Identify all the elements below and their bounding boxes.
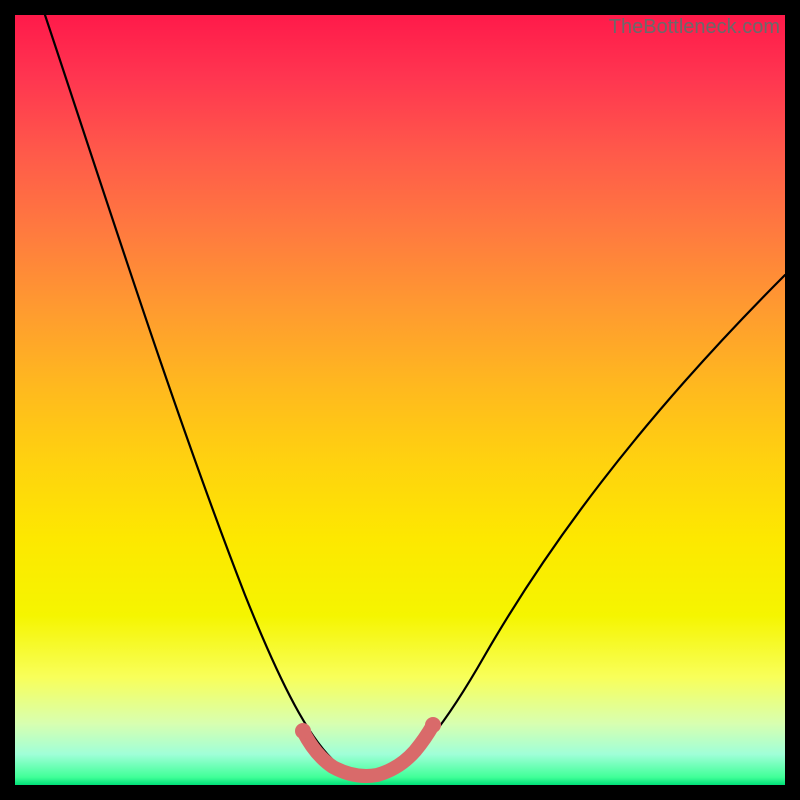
- optimal-range-start-dot: [295, 723, 311, 739]
- chart-container: TheBottleneck.com: [0, 0, 800, 800]
- plot-area: [15, 15, 785, 785]
- optimal-range-end-dot: [425, 717, 441, 733]
- bottleneck-curve: [45, 15, 785, 778]
- chart-svg: [15, 15, 785, 785]
- watermark-text: TheBottleneck.com: [609, 16, 780, 39]
- optimal-range-curve: [303, 725, 433, 776]
